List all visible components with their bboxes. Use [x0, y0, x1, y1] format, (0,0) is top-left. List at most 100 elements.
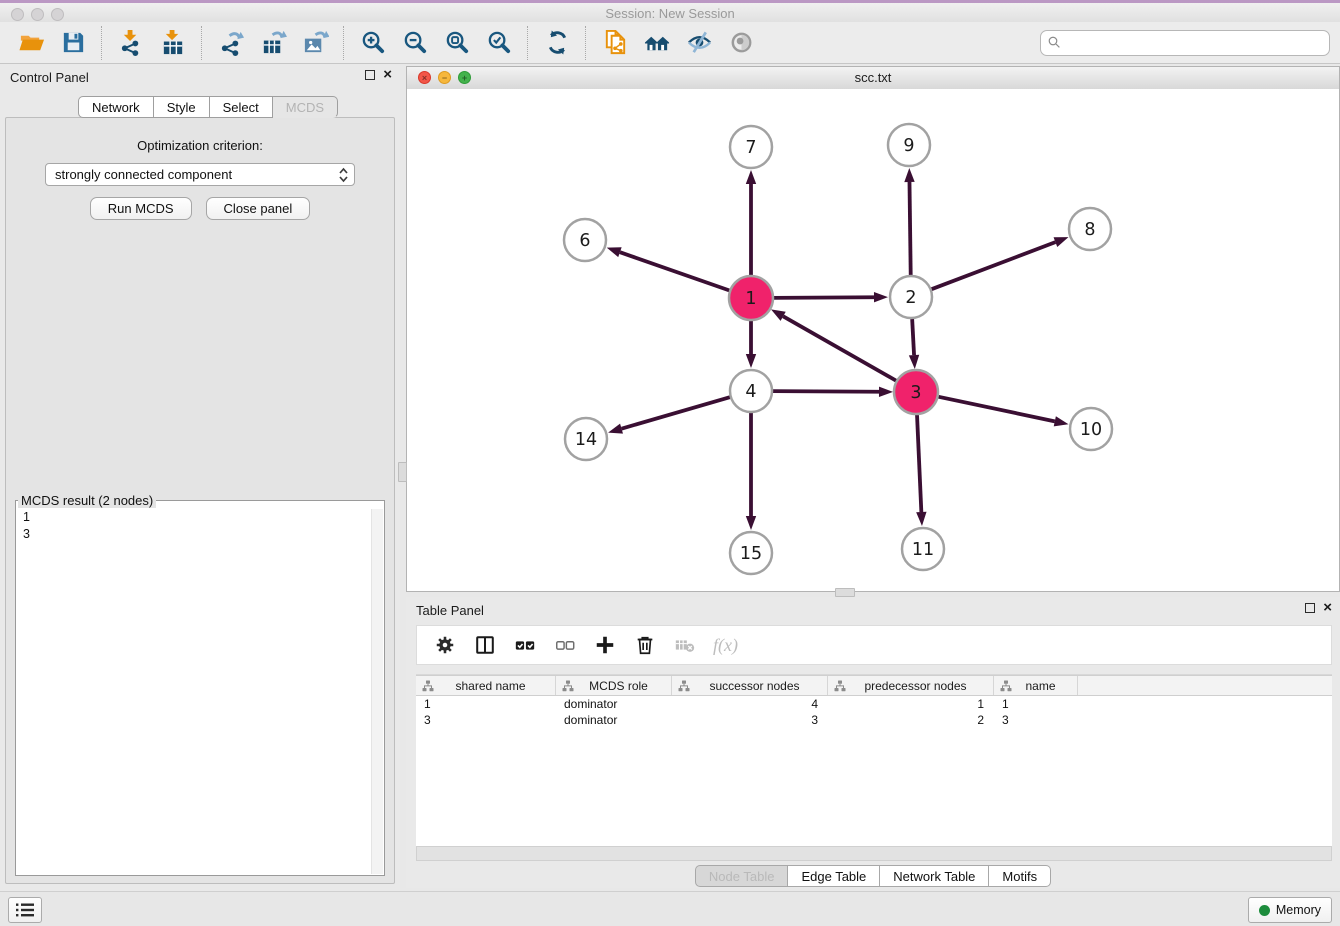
cell-shared-name[interactable]: 3: [416, 712, 556, 728]
cell-successor-nodes[interactable]: 3: [672, 712, 828, 728]
graph-edge-arrowhead: [1054, 237, 1069, 247]
open-file-icon[interactable]: [16, 28, 46, 58]
task-history-button[interactable]: [8, 897, 42, 923]
export-network-icon[interactable]: [216, 28, 246, 58]
toolbar-separator: [343, 26, 345, 60]
run-mcds-button[interactable]: Run MCDS: [90, 197, 192, 220]
float-panel-icon[interactable]: [365, 70, 375, 80]
tab-network-table[interactable]: Network Table: [880, 865, 989, 887]
graph-edge-arrowhead: [746, 170, 756, 184]
column-header-label: shared name: [455, 679, 525, 693]
function-builder-icon: f(x): [713, 635, 738, 656]
graph-edge-arrowhead: [874, 292, 888, 302]
criterion-select[interactable]: strongly connected component: [45, 163, 355, 186]
mcds-result-groupbox: MCDS result (2 nodes) 1 3: [15, 493, 385, 876]
cell-predecessor-nodes[interactable]: 2: [828, 712, 994, 728]
status-bar: Memory: [0, 891, 1340, 926]
mcds-result-list[interactable]: 1 3: [16, 508, 372, 875]
float-table-panel-icon[interactable]: [1305, 603, 1315, 613]
select-all-icon[interactable]: [512, 632, 538, 658]
cell-predecessor-nodes[interactable]: 1: [828, 696, 994, 712]
zoom-selected-icon[interactable]: [484, 28, 514, 58]
optimization-criterion-label: Optimization criterion:: [6, 138, 394, 153]
tab-network[interactable]: Network: [78, 96, 154, 118]
column-header-name[interactable]: name: [994, 676, 1078, 695]
tab-edge-table[interactable]: Edge Table: [788, 865, 880, 887]
column-header-successor-nodes[interactable]: successor nodes: [672, 676, 828, 695]
search-input[interactable]: [1066, 34, 1323, 51]
mcds-result-legend: MCDS result (2 nodes): [18, 493, 156, 508]
cell-shared-name[interactable]: 1: [416, 696, 556, 712]
graph-edge-3-10[interactable]: [938, 397, 1055, 422]
memory-button[interactable]: Memory: [1248, 897, 1332, 923]
zoom-out-icon[interactable]: [400, 28, 430, 58]
mcds-result-scrollbar[interactable]: [371, 509, 383, 874]
graph-edge-3-11[interactable]: [917, 414, 921, 512]
column-header-label: predecessor nodes: [864, 679, 966, 693]
graph-edge-4-3[interactable]: [773, 391, 879, 392]
tab-select[interactable]: Select: [210, 96, 273, 118]
node-table: shared name MCDS rolesuccessor nodes prede…: [416, 674, 1332, 847]
graph-edge-2-8[interactable]: [932, 242, 1056, 289]
toolbar-separator: [101, 26, 103, 60]
graph-edge-2-3[interactable]: [912, 319, 914, 355]
memory-label: Memory: [1276, 903, 1321, 917]
export-table-icon[interactable]: [258, 28, 288, 58]
cell-MCDS-role[interactable]: dominator: [556, 696, 672, 712]
tab-style[interactable]: Style: [154, 96, 210, 118]
tab-mcds[interactable]: MCDS: [273, 96, 338, 118]
gear-icon[interactable]: [432, 632, 458, 658]
home-network-icon[interactable]: [642, 28, 672, 58]
graph-edge-2-9[interactable]: [909, 182, 910, 275]
search-box[interactable]: [1040, 30, 1330, 56]
save-session-icon[interactable]: [58, 28, 88, 58]
table-row[interactable]: 1dominator411: [416, 696, 1332, 712]
delete-column-icon[interactable]: [632, 632, 658, 658]
export-image-icon[interactable]: [300, 28, 330, 58]
table-panel-title: Table Panel: [416, 603, 484, 618]
horizontal-splitter-handle[interactable]: [835, 588, 855, 597]
refresh-icon[interactable]: [542, 28, 572, 58]
vertical-splitter-handle[interactable]: [398, 462, 407, 482]
table-horizontal-scrollbar[interactable]: [416, 846, 1332, 861]
import-table-icon[interactable]: [158, 28, 188, 58]
hide-panel-eye-icon[interactable]: [684, 28, 714, 58]
graph-node-label: 2: [905, 288, 916, 308]
network-canvas[interactable]: 7968124314101511: [407, 89, 1339, 591]
tab-node-table[interactable]: Node Table: [695, 865, 789, 887]
network-graph: 7968124314101511: [407, 89, 1339, 591]
column-sort-icon: [834, 680, 846, 692]
add-column-icon[interactable]: [592, 632, 618, 658]
column-header-predecessor-nodes[interactable]: predecessor nodes: [828, 676, 994, 695]
close-table-panel-icon[interactable]: ×: [1323, 603, 1332, 613]
graph-node-label: 1: [745, 289, 756, 309]
table-toolbar: f(x): [416, 625, 1332, 665]
cell-MCDS-role[interactable]: dominator: [556, 712, 672, 728]
zoom-in-icon[interactable]: [358, 28, 388, 58]
close-panel-icon[interactable]: ×: [383, 70, 392, 80]
columns-icon[interactable]: [472, 632, 498, 658]
memory-status-icon: [1259, 905, 1270, 916]
graph-node-label: 4: [745, 382, 756, 402]
unselect-all-icon[interactable]: [552, 632, 578, 658]
column-sort-icon: [678, 680, 690, 692]
graph-edge-3-1[interactable]: [783, 316, 897, 381]
cell-name[interactable]: 1: [994, 696, 1078, 712]
cell-name[interactable]: 3: [994, 712, 1078, 728]
cell-successor-nodes[interactable]: 4: [672, 696, 828, 712]
clone-network-icon[interactable]: [600, 28, 630, 58]
tab-motifs[interactable]: Motifs: [989, 865, 1051, 887]
zoom-fit-icon[interactable]: [442, 28, 472, 58]
control-panel-header: Control Panel ×: [0, 64, 400, 90]
graph-edge-4-14[interactable]: [622, 397, 730, 429]
column-header-shared-name[interactable]: shared name: [416, 676, 556, 695]
close-panel-button[interactable]: Close panel: [206, 197, 311, 220]
column-header-MCDS-role[interactable]: MCDS role: [556, 676, 672, 695]
table-row[interactable]: 3dominator323: [416, 712, 1332, 728]
select-stepper-icon: [337, 166, 350, 189]
network-view-titlebar[interactable]: × − + scc.txt: [407, 67, 1339, 90]
show-eye-icon[interactable]: [726, 28, 756, 58]
graph-edge-1-2[interactable]: [773, 297, 874, 298]
import-network-icon[interactable]: [116, 28, 146, 58]
graph-edge-1-6[interactable]: [620, 252, 730, 291]
